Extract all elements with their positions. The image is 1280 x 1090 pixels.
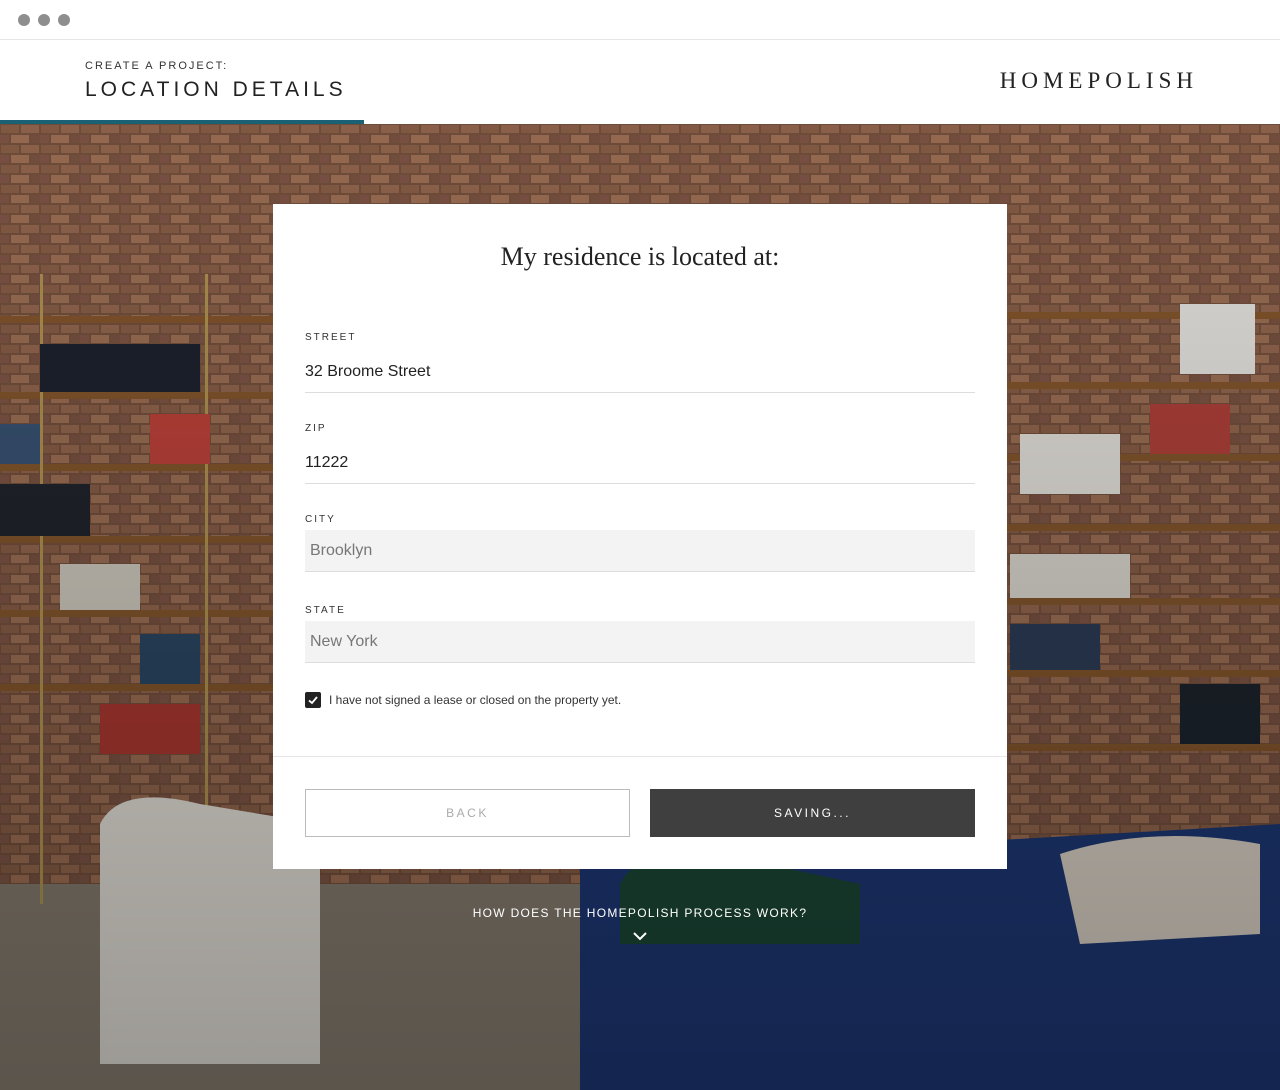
- saving-button[interactable]: SAVING...: [650, 789, 975, 837]
- city-input[interactable]: [305, 530, 975, 572]
- page-title: LOCATION DETAILS: [85, 78, 347, 101]
- chevron-down-icon[interactable]: [632, 930, 648, 942]
- homepolish-logo[interactable]: HOMEPOLISH: [1000, 68, 1198, 94]
- page-header: CREATE A PROJECT: LOCATION DETAILS HOMEP…: [0, 40, 1280, 124]
- street-label: STREET: [305, 332, 357, 343]
- form-title: My residence is located at:: [500, 242, 780, 271]
- no-lease-label[interactable]: I have not signed a lease or closed on t…: [329, 693, 621, 707]
- state-input[interactable]: [305, 621, 975, 663]
- window-close-button[interactable]: [18, 14, 30, 26]
- window-maximize-button[interactable]: [58, 14, 70, 26]
- back-button[interactable]: BACK: [305, 789, 630, 837]
- state-label: STATE: [305, 605, 346, 616]
- window-titlebar: [0, 0, 1280, 40]
- checkmark-icon: [308, 696, 318, 705]
- form-divider: [273, 756, 1007, 757]
- window-minimize-button[interactable]: [38, 14, 50, 26]
- zip-label: ZIP: [305, 423, 327, 434]
- no-lease-checkbox[interactable]: [305, 692, 321, 708]
- city-label: CITY: [305, 514, 336, 525]
- location-form-card: My residence is located at: STREET ZIP C…: [273, 204, 1007, 869]
- step-eyebrow: CREATE A PROJECT:: [85, 60, 229, 72]
- street-input[interactable]: [305, 351, 975, 393]
- how-it-works-link[interactable]: HOW DOES THE HOMEPOLISH PROCESS WORK?: [0, 906, 1280, 920]
- zip-input[interactable]: [305, 442, 975, 484]
